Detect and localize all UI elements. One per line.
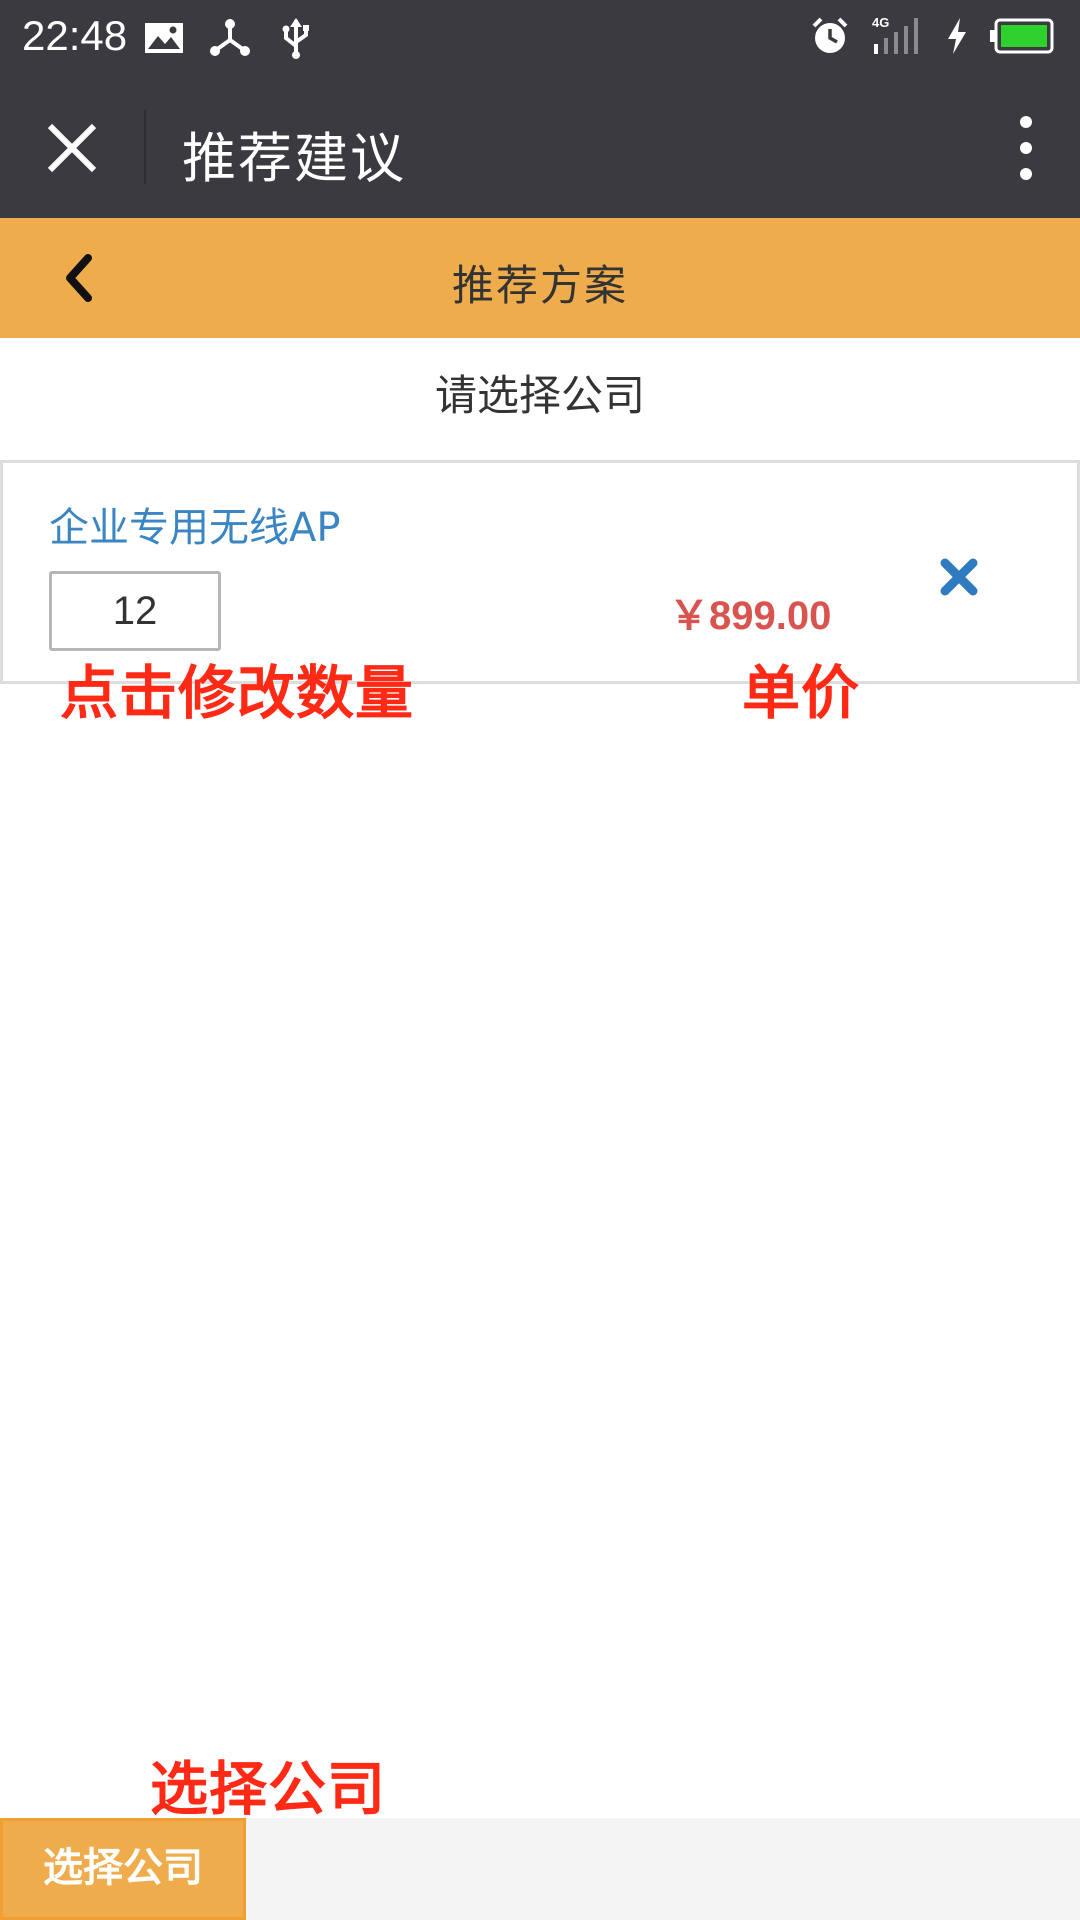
product-name[interactable]: 企业专用无线AP	[49, 495, 340, 553]
page: 22:48 4G 推荐建议 推荐方案 请选择公司 企业专用无线AP 12 ￥89…	[0, 0, 1080, 1920]
charging-icon	[948, 18, 966, 54]
unit-price: ￥899.00	[669, 594, 832, 638]
page-title: 推荐建议	[182, 127, 406, 190]
select-company-prompt[interactable]: 请选择公司	[0, 338, 1080, 460]
sub-header-title: 推荐方案	[451, 261, 628, 310]
annotation-price-hint: 单价	[742, 659, 861, 727]
network-type-label: 4G	[872, 15, 889, 30]
usb-icon	[282, 18, 309, 59]
remove-icon[interactable]	[937, 555, 981, 599]
status-left-icons	[142, 16, 318, 60]
signal-icon: 4G	[872, 15, 918, 54]
title-divider	[144, 110, 146, 184]
sub-header: 推荐方案	[0, 218, 1080, 338]
status-right-icons: 4G	[808, 14, 1054, 58]
annotation-company-hint: 选择公司	[150, 1755, 387, 1823]
quantity-input[interactable]	[49, 571, 221, 651]
battery-icon	[990, 18, 1054, 54]
share-icon	[210, 19, 250, 56]
alarm-icon	[812, 17, 848, 53]
bottom-bar: 选择公司	[0, 1818, 1080, 1920]
more-menu-icon[interactable]	[1006, 112, 1046, 184]
select-company-button[interactable]: 选择公司	[0, 1818, 246, 1920]
close-icon[interactable]	[40, 116, 104, 180]
title-bar: 推荐建议	[0, 76, 1080, 218]
status-bar: 22:48 4G	[0, 0, 1080, 76]
annotation-quantity-hint: 点击修改数量	[60, 659, 415, 727]
status-time: 22:48	[22, 12, 128, 59]
image-icon	[145, 23, 183, 53]
